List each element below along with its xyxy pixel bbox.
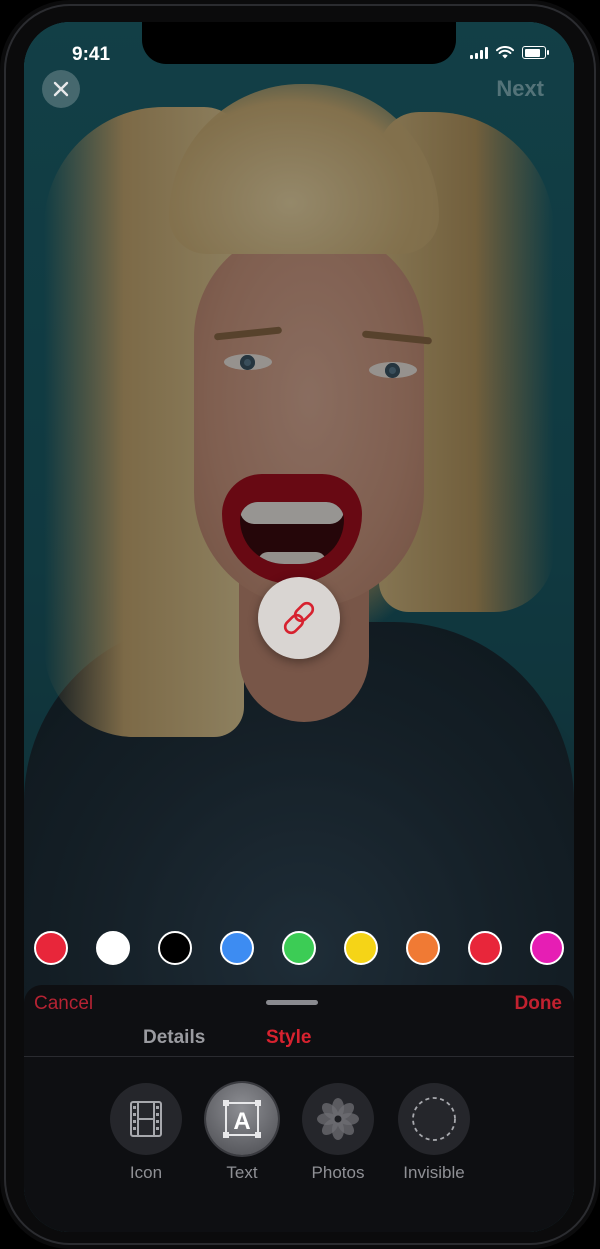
link-button[interactable] (258, 577, 340, 659)
option-invisible-circle[interactable] (398, 1083, 470, 1155)
option-icon-label: Icon (129, 1163, 163, 1182)
link-icon (283, 601, 315, 635)
option-invisible[interactable]: Invisible (398, 1083, 470, 1183)
text-a-icon: A (223, 1100, 261, 1138)
notch (142, 22, 456, 64)
dashed-circle-icon (412, 1097, 456, 1141)
close-button[interactable] (42, 70, 80, 108)
link-style-options: Icon A Text Photos Invisible (110, 1083, 470, 1183)
close-icon (53, 81, 69, 97)
flower-icon (317, 1098, 359, 1140)
color-swatch[interactable] (406, 931, 440, 965)
film-icon (130, 1101, 162, 1137)
option-photos[interactable]: Photos (302, 1083, 374, 1183)
option-photos-label: Photos (311, 1163, 365, 1182)
screen: 9:41 Next Cancel Done Details Style Icon… (24, 22, 574, 1232)
option-text[interactable]: A Text (206, 1083, 278, 1183)
option-icon-circle[interactable] (110, 1083, 182, 1155)
style-sheet: Cancel Done Details Style Icon A Text Ph… (24, 985, 574, 1232)
sheet-grabber[interactable] (266, 1000, 318, 1005)
option-text-label: Text (226, 1163, 258, 1182)
next-button[interactable]: Next (496, 76, 544, 102)
option-photos-circle[interactable] (302, 1083, 374, 1155)
cellular-signal-icon (470, 46, 488, 59)
color-swatch[interactable] (220, 931, 254, 965)
tab-divider (24, 1056, 574, 1057)
option-icon[interactable]: Icon (110, 1083, 182, 1183)
svg-text:A: A (233, 1108, 250, 1135)
option-invisible-label: Invisible (403, 1163, 465, 1182)
done-button[interactable]: Done (515, 993, 563, 1015)
tab-style[interactable]: Style (266, 1027, 311, 1049)
color-swatch[interactable] (158, 931, 192, 965)
color-swatch[interactable] (344, 931, 378, 965)
color-swatches (34, 931, 564, 965)
wifi-icon (496, 46, 514, 59)
option-text-circle[interactable]: A (206, 1083, 278, 1155)
cancel-button[interactable]: Cancel (34, 993, 93, 1015)
tab-details[interactable]: Details (143, 1027, 205, 1049)
status-time: 9:41 (72, 44, 111, 65)
color-swatch[interactable] (282, 931, 316, 965)
phone-frame: 9:41 Next Cancel Done Details Style Icon… (0, 0, 600, 1249)
status-icons (470, 46, 549, 59)
battery-icon (522, 46, 549, 59)
color-swatch[interactable] (96, 931, 130, 965)
color-swatch[interactable] (34, 931, 68, 965)
color-swatch[interactable] (468, 931, 502, 965)
color-swatch[interactable] (530, 931, 564, 965)
